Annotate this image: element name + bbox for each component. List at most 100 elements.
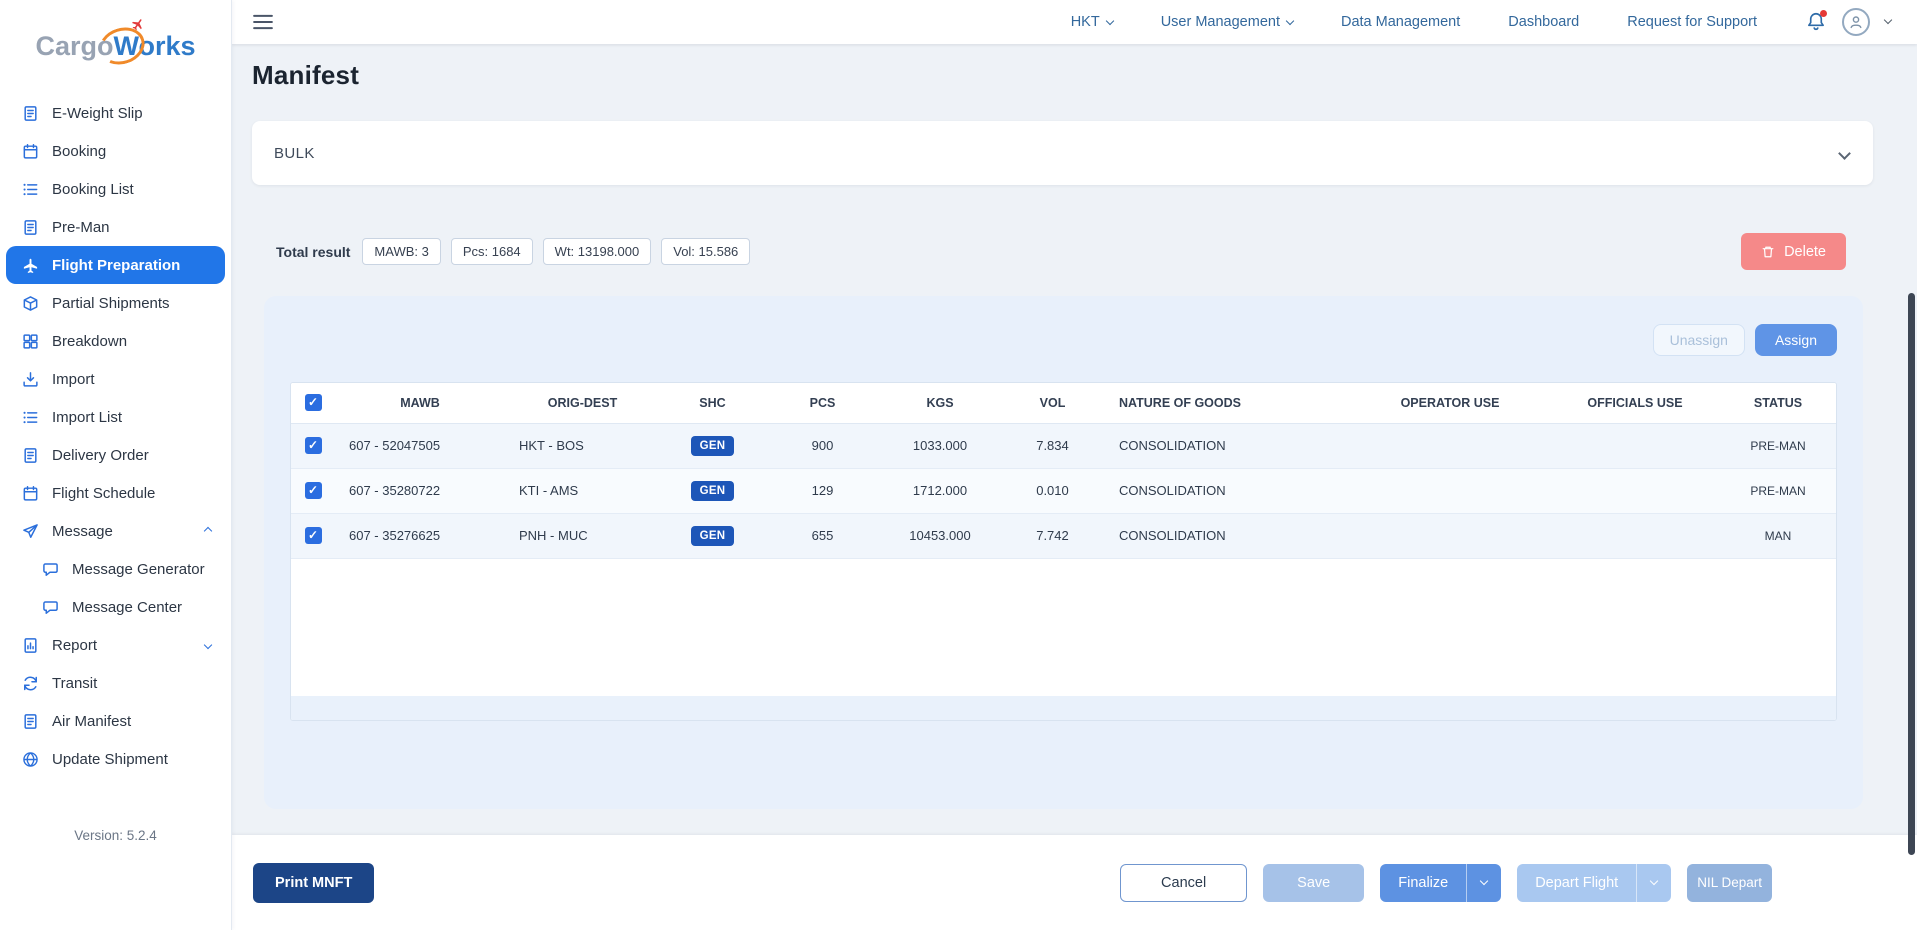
- sidebar-item-label: Import List: [52, 409, 122, 426]
- shc-badge: GEN: [691, 481, 735, 501]
- nav-data-management[interactable]: Data Management: [1341, 14, 1460, 30]
- col-mawb: MAWB: [335, 383, 505, 423]
- sidebar-item-import-list[interactable]: Import List: [6, 398, 225, 436]
- sidebar-item-flight-preparation[interactable]: Flight Preparation: [6, 246, 225, 284]
- document-icon: [22, 713, 39, 730]
- bulk-section-header[interactable]: BULK: [252, 121, 1873, 185]
- cell-status: PRE-MAN: [1720, 468, 1836, 513]
- message-center-icon: [42, 599, 59, 616]
- finalize-button-label: Finalize: [1380, 864, 1466, 902]
- page-content: Manifest BULK Total result MAWB: 3 Pcs: …: [232, 44, 1917, 930]
- table-footer-strip: [291, 696, 1836, 720]
- sidebar-item-air-manifest[interactable]: Air Manifest: [6, 702, 225, 740]
- sidebar-item-breakdown[interactable]: Breakdown: [6, 322, 225, 360]
- cell-operator-use: [1350, 423, 1550, 468]
- assign-button[interactable]: Assign: [1755, 324, 1837, 356]
- cell-pcs: 129: [765, 468, 880, 513]
- delete-button[interactable]: Delete: [1741, 233, 1846, 270]
- nav-request-support[interactable]: Request for Support: [1627, 14, 1757, 30]
- depart-dropdown-toggle[interactable]: [1637, 864, 1671, 902]
- sidebar-item-message-generator[interactable]: Message Generator: [6, 550, 225, 588]
- row-checkbox[interactable]: ✓: [305, 527, 322, 544]
- row-checkbox[interactable]: ✓: [305, 482, 322, 499]
- print-mnft-button[interactable]: Print MNFT: [253, 863, 374, 903]
- document-icon: [22, 105, 39, 122]
- cancel-button[interactable]: Cancel: [1120, 864, 1247, 902]
- main-area: HKT User Management Data Management Dash…: [232, 0, 1917, 930]
- sidebar-item-label: Message Generator: [72, 561, 205, 578]
- sidebar-item-label: Report: [52, 637, 97, 654]
- sidebar-item-label: Delivery Order: [52, 447, 149, 464]
- summary-badge-volume: Vol: 15.586: [661, 238, 750, 265]
- list-icon: [22, 181, 39, 198]
- finalize-button[interactable]: Finalize: [1380, 864, 1501, 902]
- cell-operator-use: [1350, 513, 1550, 558]
- sidebar-item-label: Breakdown: [52, 333, 127, 350]
- row-select-cell: ✓: [291, 423, 335, 468]
- shc-badge: GEN: [691, 526, 735, 546]
- sidebar-item-delivery-order[interactable]: Delivery Order: [6, 436, 225, 474]
- delete-button-label: Delete: [1784, 244, 1826, 260]
- sidebar-item-transit[interactable]: Transit: [6, 664, 225, 702]
- sidebar-item-e-weight-slip[interactable]: E-Weight Slip: [6, 94, 225, 132]
- notifications-button[interactable]: [1805, 11, 1827, 33]
- sidebar-nav: E-Weight Slip Booking Booking List Pre-M…: [0, 94, 231, 778]
- transit-icon: [22, 675, 39, 692]
- assignment-actions: Unassign Assign: [290, 324, 1837, 356]
- cell-kgs: 10453.000: [880, 513, 1000, 558]
- chevron-down-icon: [1838, 147, 1851, 160]
- total-result-label: Total result: [276, 244, 350, 260]
- box-icon: [22, 295, 39, 312]
- notification-dot: [1820, 10, 1827, 17]
- select-all-checkbox[interactable]: ✓: [305, 394, 322, 411]
- sidebar-item-label: Flight Schedule: [52, 485, 155, 502]
- sidebar-item-booking-list[interactable]: Booking List: [6, 170, 225, 208]
- shc-badge: GEN: [691, 436, 735, 456]
- sidebar-item-pre-man[interactable]: Pre-Man: [6, 208, 225, 246]
- manifest-table: ✓ MAWB ORIG-DEST SHC PCS KGS VOL NATURE …: [291, 383, 1836, 559]
- topbar: HKT User Management Data Management Dash…: [232, 0, 1917, 44]
- finalize-dropdown-toggle[interactable]: [1467, 864, 1501, 902]
- cell-mawb: 607 - 35280722: [335, 468, 505, 513]
- save-button[interactable]: Save: [1263, 864, 1364, 902]
- cell-orig-dest: KTI - AMS: [505, 468, 660, 513]
- summary-row: Total result MAWB: 3 Pcs: 1684 Wt: 13198…: [252, 233, 1873, 270]
- cell-mawb: 607 - 52047505: [335, 423, 505, 468]
- cell-officials-use: [1550, 513, 1720, 558]
- sidebar-item-partial-shipments[interactable]: Partial Shipments: [6, 284, 225, 322]
- sidebar-item-label: Flight Preparation: [52, 257, 180, 274]
- globe-icon: [22, 751, 39, 768]
- cell-shc: GEN: [660, 468, 765, 513]
- table-row: ✓ 607 - 35280722 KTI - AMS GEN 129 1712.…: [291, 468, 1836, 513]
- unassign-button[interactable]: Unassign: [1653, 324, 1745, 356]
- nav-station-selector[interactable]: HKT: [1071, 14, 1113, 30]
- cell-vol: 0.010: [1000, 468, 1105, 513]
- cell-vol: 7.742: [1000, 513, 1105, 558]
- sidebar-item-label: Partial Shipments: [52, 295, 170, 312]
- nil-depart-button[interactable]: NIL Depart: [1687, 864, 1772, 902]
- sidebar-item-report[interactable]: Report: [6, 626, 225, 664]
- sidebar-item-message-center[interactable]: Message Center: [6, 588, 225, 626]
- depart-flight-button[interactable]: Depart Flight: [1517, 864, 1671, 902]
- row-checkbox[interactable]: ✓: [305, 437, 322, 454]
- user-menu-chevron[interactable]: [1884, 16, 1892, 24]
- nav-dashboard[interactable]: Dashboard: [1508, 14, 1579, 30]
- cell-shc: GEN: [660, 513, 765, 558]
- footer-right-actions: Cancel Save Finalize Depart Flight NIL D…: [1120, 864, 1772, 902]
- col-nature-of-goods: NATURE OF GOODS: [1105, 383, 1350, 423]
- document-icon: [22, 447, 39, 464]
- table-header-row: ✓ MAWB ORIG-DEST SHC PCS KGS VOL NATURE …: [291, 383, 1836, 423]
- sidebar-item-message[interactable]: Message: [6, 512, 225, 550]
- sidebar-item-import[interactable]: Import: [6, 360, 225, 398]
- user-avatar[interactable]: [1842, 8, 1870, 36]
- sidebar-item-update-shipment[interactable]: Update Shipment: [6, 740, 225, 778]
- sidebar-item-booking[interactable]: Booking: [6, 132, 225, 170]
- hamburger-menu-button[interactable]: [253, 14, 273, 30]
- nav-user-management[interactable]: User Management: [1161, 14, 1293, 30]
- chevron-down-icon: [1480, 877, 1488, 885]
- scrollbar-thumb[interactable]: [1908, 293, 1915, 855]
- col-pcs: PCS: [765, 383, 880, 423]
- cell-status: MAN: [1720, 513, 1836, 558]
- sidebar-item-flight-schedule[interactable]: Flight Schedule: [6, 474, 225, 512]
- top-navigation: HKT User Management Data Management Dash…: [1071, 14, 1757, 30]
